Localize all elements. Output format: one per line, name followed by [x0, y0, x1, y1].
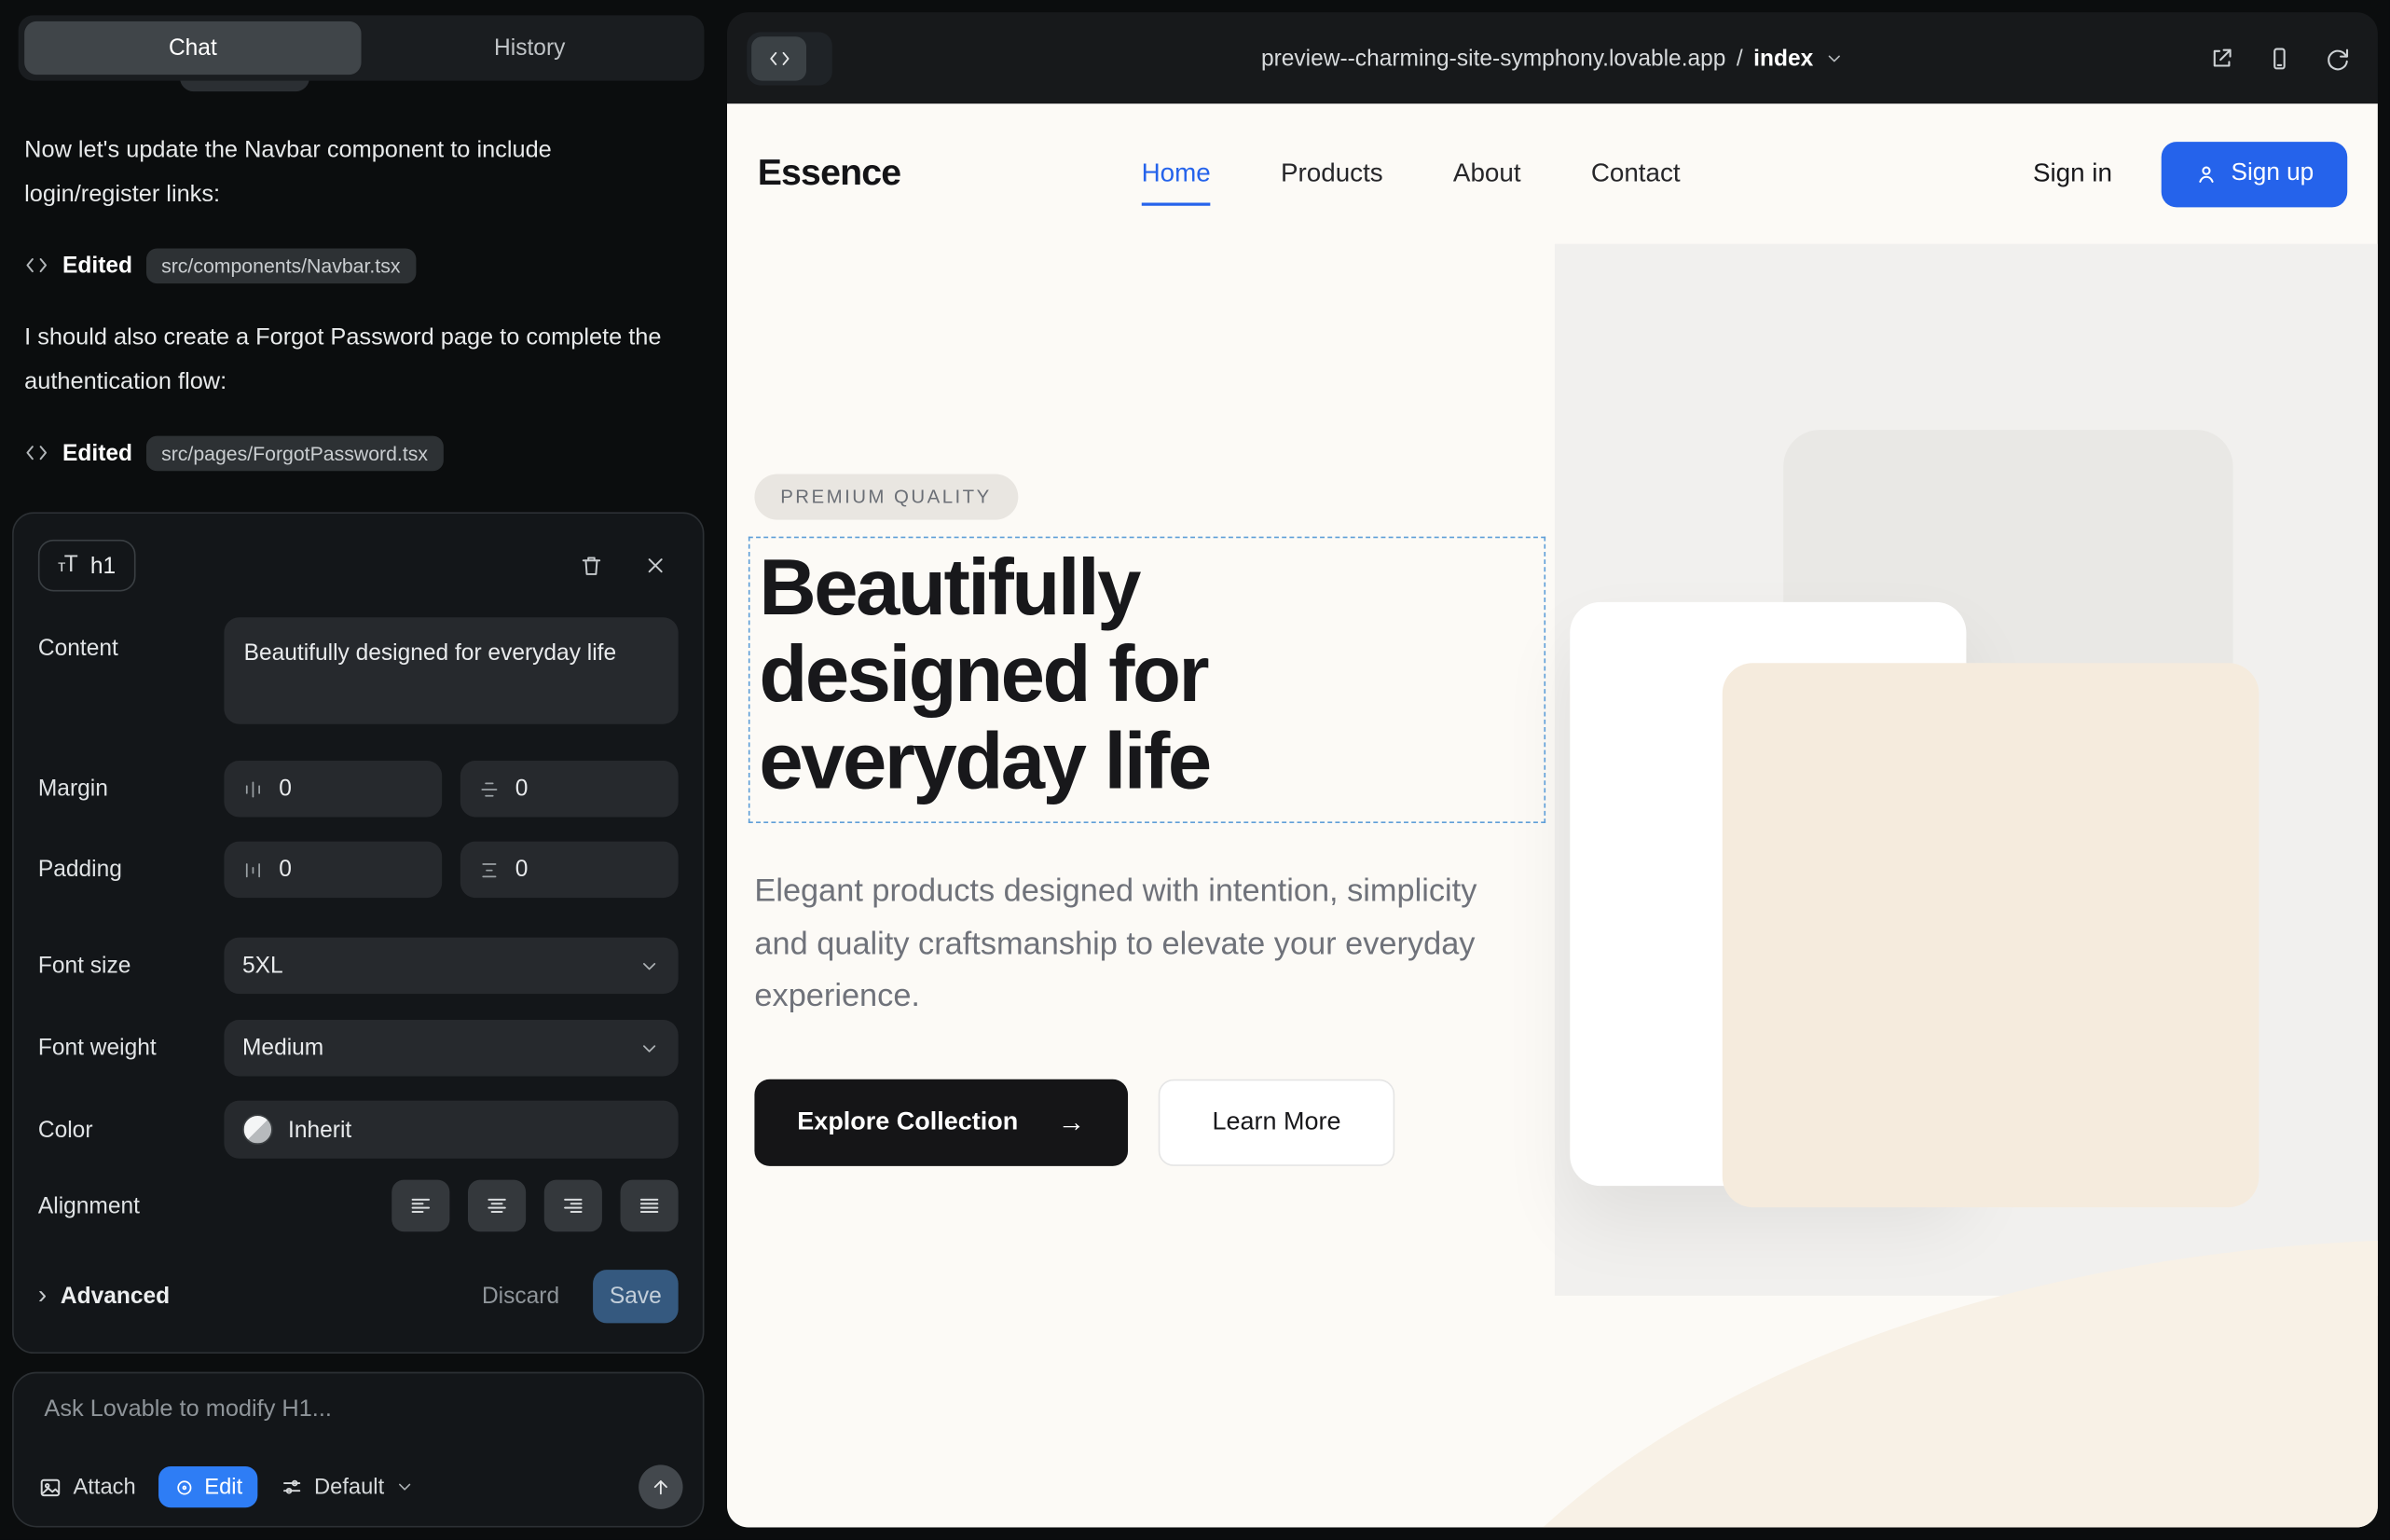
chat-message: I should also create a Forgot Password p… [24, 315, 665, 404]
chevron-down-icon [639, 955, 660, 976]
code-view-toggle[interactable] [747, 32, 832, 85]
hero-subtext: Elegant products designed with intention… [754, 866, 1498, 1024]
panel-tabs: Chat History [19, 15, 705, 80]
text-type-icon: тT [58, 552, 76, 579]
chat-message: Now let's update the Navbar component to… [24, 128, 665, 216]
element-tag-label: h1 [90, 553, 116, 579]
attach-button[interactable]: Attach [38, 1475, 136, 1499]
chevron-down-icon [639, 1038, 660, 1059]
padding-horizontal-icon [242, 859, 264, 880]
url-separator: / [1737, 45, 1743, 71]
align-left-button[interactable] [391, 1180, 449, 1232]
app-window: Chat History Now let's update the Navbar… [0, 0, 2390, 1540]
edited-label: Edited [62, 440, 132, 466]
refresh-icon[interactable] [2325, 45, 2351, 71]
element-tag-pill[interactable]: тT h1 [38, 540, 135, 592]
font-weight-label: Font weight [38, 1035, 224, 1061]
padding-horizontal-input[interactable]: 0 [224, 842, 442, 899]
close-editor-button[interactable] [633, 543, 679, 588]
chat-panel: Chat History Now let's update the Navbar… [0, 0, 727, 1540]
padding-vertical-icon [478, 859, 500, 880]
preview-url: preview--charming-site-symphony.lovable.… [1261, 45, 1726, 71]
color-select[interactable]: Inherit [224, 1101, 678, 1159]
hero-headline[interactable]: Beautifully designed for everyday life [750, 538, 1339, 806]
edited-file-row: Edited src/components/Navbar.tsx [24, 244, 416, 287]
tab-chat[interactable]: Chat [24, 21, 361, 75]
margin-label: Margin [38, 776, 224, 802]
font-size-label: Font size [38, 953, 224, 979]
save-button[interactable]: Save [593, 1269, 679, 1322]
align-right-button[interactable] [544, 1180, 602, 1232]
content-input[interactable]: Beautifully designed for everyday life [224, 617, 678, 723]
code-icon [24, 253, 48, 277]
font-size-select[interactable]: 5XL [224, 938, 678, 995]
person-icon [2194, 162, 2218, 186]
element-editor-panel: тT h1 Content Beautifully designed for e… [12, 512, 704, 1354]
alignment-label: Alignment [38, 1193, 224, 1219]
edit-mode-button[interactable]: Edit [158, 1466, 257, 1507]
url-bar[interactable]: preview--charming-site-symphony.lovable.… [1261, 12, 1844, 103]
delete-element-button[interactable] [569, 543, 614, 588]
margin-horizontal-icon [242, 778, 264, 800]
margin-vertical-input[interactable]: 0 [460, 761, 679, 818]
align-center-button[interactable] [468, 1180, 526, 1232]
image-attach-icon [38, 1475, 62, 1499]
send-button[interactable] [639, 1464, 682, 1508]
file-chip[interactable]: src/pages/ForgotPassword.tsx [146, 435, 444, 471]
site-navbar: Essence Home Products About Contact Sign… [727, 103, 2378, 243]
margin-horizontal-input[interactable]: 0 [224, 761, 442, 818]
open-in-new-tab-icon[interactable] [2208, 45, 2234, 71]
edited-file-row: Edited src/pages/ForgotPassword.tsx [24, 432, 443, 474]
arrow-right-icon: → [1058, 1107, 1085, 1138]
learn-more-button[interactable]: Learn More [1159, 1079, 1394, 1166]
mobile-view-icon[interactable] [2267, 45, 2293, 71]
chevron-down-icon [1824, 48, 1844, 68]
tab-history[interactable]: History [362, 21, 698, 75]
nav-link-contact[interactable]: Contact [1591, 158, 1681, 189]
edit-target-icon [174, 1477, 196, 1498]
color-label: Color [38, 1117, 224, 1143]
chat-composer: Attach Edit Default [12, 1372, 704, 1528]
sign-in-link[interactable]: Sign in [2033, 158, 2112, 189]
margin-vertical-icon [478, 778, 500, 800]
decorative-card-beige [1723, 663, 2260, 1207]
chevron-down-icon [395, 1478, 415, 1497]
chevron-right-icon: › [38, 1281, 47, 1312]
sign-up-button[interactable]: Sign up [2161, 141, 2347, 206]
edited-label: Edited [62, 253, 132, 279]
code-icon [751, 36, 806, 80]
nav-link-products[interactable]: Products [1281, 158, 1383, 189]
nav-link-home[interactable]: Home [1142, 158, 1211, 206]
explore-collection-button[interactable]: Explore Collection → [754, 1079, 1128, 1166]
discard-button[interactable]: Discard [482, 1283, 559, 1309]
font-weight-select[interactable]: Medium [224, 1020, 678, 1077]
color-swatch-icon [242, 1114, 273, 1145]
file-chip[interactable]: src/components/Navbar.tsx [146, 248, 416, 283]
browser-bar: preview--charming-site-symphony.lovable.… [727, 12, 2378, 103]
premium-quality-badge: PREMIUM QUALITY [754, 474, 1017, 520]
preview-frame: preview--charming-site-symphony.lovable.… [727, 12, 2378, 1527]
selected-element-outline[interactable]: Beautifully designed for everyday life [749, 537, 1545, 823]
nav-link-about[interactable]: About [1453, 158, 1521, 189]
padding-vertical-input[interactable]: 0 [460, 842, 679, 899]
padding-label: Padding [38, 857, 224, 883]
site-logo[interactable]: Essence [758, 153, 901, 196]
code-icon [24, 441, 48, 465]
default-model-button[interactable]: Default [281, 1475, 415, 1499]
site-preview: Essence Home Products About Contact Sign… [727, 103, 2378, 1527]
url-page: index [1753, 45, 1813, 71]
advanced-toggle[interactable]: › Advanced [38, 1281, 170, 1312]
composer-input[interactable] [41, 1395, 675, 1425]
sliders-icon [281, 1476, 304, 1499]
align-justify-button[interactable] [621, 1180, 679, 1232]
content-label: Content [38, 617, 224, 661]
